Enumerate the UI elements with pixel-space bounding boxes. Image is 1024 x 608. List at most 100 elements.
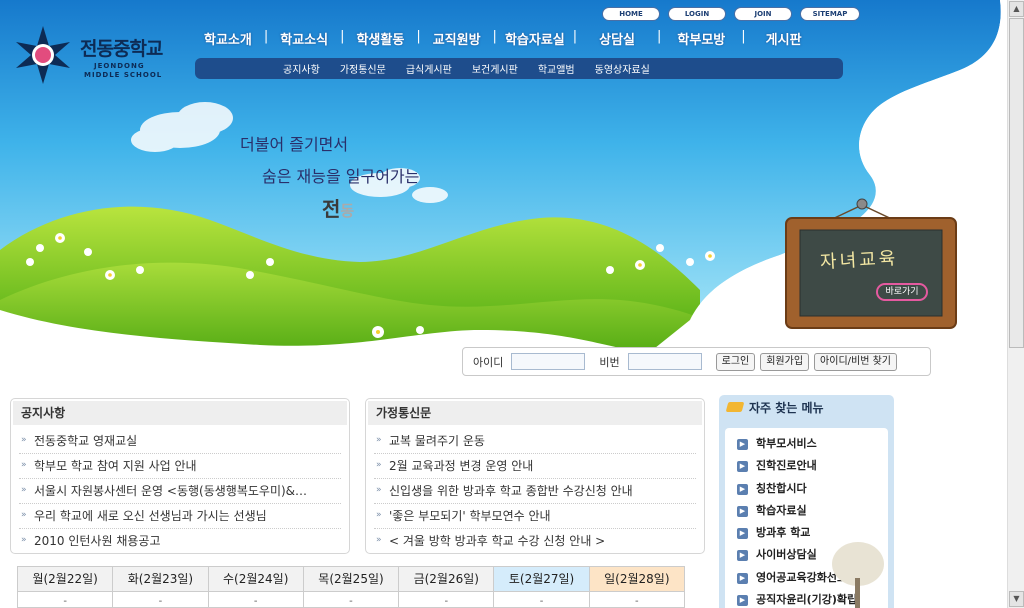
quick-item-label: 방과후 학교 xyxy=(756,526,811,540)
list-item[interactable]: 교복 물려주기 운동 xyxy=(374,429,696,454)
quick-item-label: 칭찬합시다 xyxy=(756,481,807,495)
list-item[interactable]: 2월 교육과정 변경 운영 안내 xyxy=(374,454,696,479)
calendar-day-label: 토(2월27일) xyxy=(494,567,589,592)
school-logo[interactable]: 전동중학교 JEONDONG MIDDLE SCHOOL xyxy=(12,24,182,88)
nav-board[interactable]: 게시판 xyxy=(750,29,818,48)
scrollbar-thumb[interactable] xyxy=(1009,18,1024,348)
id-label: 아이디 xyxy=(473,355,504,369)
calendar-day-label: 월(2월22일) xyxy=(18,567,113,592)
school-emblem-icon xyxy=(16,26,70,84)
list-item[interactable]: 서울시 자원봉사센터 운영 <동행(동생행복도우미)&… xyxy=(19,479,341,504)
page: 자녀교육 바로가기 전동중학교 JEONDONG MIDDLE SCHOOL H… xyxy=(0,0,1024,608)
subnav-notice[interactable]: 공지사항 xyxy=(283,61,320,76)
arrow-right-icon: ▶ xyxy=(737,461,748,473)
school-name-english-line2: MIDDLE SCHOOL xyxy=(84,71,163,79)
quick-item-learning-materials[interactable]: ▶ 학습자료실 xyxy=(737,500,888,522)
list-item[interactable]: 우리 학교에 새로 오신 선생님과 가시는 선생님 xyxy=(19,504,341,529)
calendar-day-fri[interactable]: 금(2월26일) - xyxy=(399,567,495,607)
notice-list: 전동중학교 영재교실 학부모 학교 참여 지원 사업 안내 서울시 자원봉사센터… xyxy=(11,429,349,554)
slogan-line2: 숨은 재능을 일구어가는 xyxy=(262,167,420,186)
nav-divider: | xyxy=(416,29,421,44)
school-name: 전동중학교 xyxy=(80,38,163,60)
weekly-calendar: 월(2월22일) - 화(2월23일) - 수(2월24일) - 목(2월25일) - … xyxy=(17,566,685,608)
calendar-day-tue[interactable]: 화(2월23일) - xyxy=(113,567,209,607)
utility-links: HOME LOGIN JOIN SITEMAP xyxy=(602,7,860,21)
list-item[interactable]: 학부모 학교 참여 지원 사업 안내 xyxy=(19,454,341,479)
list-item[interactable]: 전동중학교 영재교실 xyxy=(19,429,341,454)
join-button[interactable]: 회원가입 xyxy=(760,352,810,371)
nav-learning-materials[interactable]: 학습자료실 xyxy=(501,29,569,48)
nav-staff-room[interactable]: 교직원방 xyxy=(425,29,489,48)
join-link[interactable]: JOIN xyxy=(734,7,792,21)
quick-item-parent-service[interactable]: ▶ 학부모서비스 xyxy=(737,433,888,455)
vertical-scrollbar[interactable]: ▲ ▼ xyxy=(1007,0,1024,608)
calendar-day-sat[interactable]: 토(2월27일) - xyxy=(494,567,590,607)
calendar-cell: - xyxy=(539,596,544,607)
home-letters-title[interactable]: 가정통신문 xyxy=(368,401,702,425)
sub-navigation: 공지사항 가정통신문 급식게시판 보건게시판 학교앨범 동영상자료실 xyxy=(195,58,843,79)
notice-board-title[interactable]: 공지사항 xyxy=(13,401,347,425)
nav-divider: | xyxy=(741,29,746,44)
calendar-cell: - xyxy=(635,596,639,607)
sitemap-link[interactable]: SITEMAP xyxy=(800,7,860,21)
calendar-day-sun[interactable]: 일(2월28일) - xyxy=(589,567,684,607)
arrow-right-icon: ▶ xyxy=(737,572,748,584)
school-name-english: JEONDONG MIDDLE SCHOOL xyxy=(84,62,162,80)
slogan-line3: 전동 xyxy=(322,193,419,222)
id-input[interactable] xyxy=(511,353,586,370)
calendar-cell: - xyxy=(349,596,353,607)
quick-menu-box: ▶ 학부모서비스 ▶ 진학진로안내 ▶ 칭찬합시다 ▶ 학습자료실 ▶ 방과후 학교 ▶ 사… xyxy=(725,428,888,608)
calendar-day-label: 수(2월24일) xyxy=(208,567,303,592)
arrow-right-icon: ▶ xyxy=(737,439,748,450)
login-link[interactable]: LOGIN xyxy=(668,7,726,21)
list-item[interactable]: < 겨울 방학 방과후 학교 수강 신청 안내 > xyxy=(374,529,696,554)
nav-divider: | xyxy=(492,29,497,44)
chalkboard-go-button[interactable]: 바로가기 xyxy=(876,283,928,301)
home-link[interactable]: HOME xyxy=(602,7,660,21)
slogan-line1: 더불어 즐기면서 xyxy=(240,135,349,154)
nav-parents[interactable]: 학부모방 xyxy=(665,29,737,48)
calendar-cell: - xyxy=(63,596,67,607)
slogan-char-dong: 동 xyxy=(340,202,355,220)
list-item[interactable]: 신입생을 위한 방과후 학교 종합반 수강신청 안내 xyxy=(374,479,696,504)
hero-slogan: 더불어 즐기면서 숨은 재능을 일구어가는 전동 xyxy=(240,131,419,222)
calendar-day-label: 화(2월23일) xyxy=(113,567,208,592)
subnav-meal-board[interactable]: 급식게시판 xyxy=(406,61,452,76)
subnav-school-album[interactable]: 학교앨범 xyxy=(538,61,575,76)
nav-divider: | xyxy=(657,29,662,44)
arrow-right-icon: ▶ xyxy=(737,595,748,607)
subnav-health-board[interactable]: 보건게시판 xyxy=(472,61,518,76)
find-account-button[interactable]: 아이디/비번 찾기 xyxy=(814,352,897,371)
nav-school-intro[interactable]: 학교소개 xyxy=(196,29,260,48)
nav-counseling[interactable]: 상담실 xyxy=(581,29,653,48)
calendar-day-thu[interactable]: 목(2월25일) - xyxy=(303,567,400,607)
book-icon xyxy=(725,402,745,412)
arrow-right-icon: ▶ xyxy=(737,505,748,517)
list-item[interactable]: '좋은 부모되기' 학부모연수 안내 xyxy=(374,504,696,529)
arrow-right-icon: ▶ xyxy=(737,528,748,540)
nav-divider: | xyxy=(263,29,269,44)
password-label: 비번 xyxy=(599,355,620,369)
subnav-home-letters[interactable]: 가정통신문 xyxy=(340,61,386,76)
slogan-char-jeon: 전 xyxy=(322,197,341,221)
nav-school-news[interactable]: 학교소식 xyxy=(272,29,336,48)
scroll-up-icon[interactable]: ▲ xyxy=(1009,1,1024,17)
quick-item-praise[interactable]: ▶ 칭찬합시다 xyxy=(737,478,888,500)
school-name-english-line1: JEONDONG xyxy=(94,62,145,70)
quick-item-label: 학습자료실 xyxy=(756,503,807,517)
quick-menu: 자주 찾는 메뉴 ▶ 학부모서비스 ▶ 진학진로안내 ▶ 칭찬합시다 ▶ 학습자료실 ▶… xyxy=(719,395,894,608)
calendar-day-label: 목(2월25일) xyxy=(303,567,399,592)
calendar-day-mon[interactable]: 월(2월22일) - xyxy=(18,567,114,607)
nav-student-activities[interactable]: 학생활동 xyxy=(348,29,412,48)
password-input[interactable] xyxy=(627,353,702,370)
quick-item-label: 진학진로안내 xyxy=(756,459,817,473)
login-button[interactable]: 로그인 xyxy=(715,352,756,371)
quick-item-career-guide[interactable]: ▶ 진학진로안내 xyxy=(737,455,888,477)
scroll-down-icon[interactable]: ▼ xyxy=(1009,591,1024,607)
list-item[interactable]: 2010 인턴사원 채용공고 xyxy=(19,529,341,554)
calendar-day-wed[interactable]: 수(2월24일) - xyxy=(208,567,304,607)
quick-item-label: 사이버상담실 xyxy=(756,548,817,562)
calendar-day-label: 금(2월26일) xyxy=(399,567,494,592)
calendar-cell: - xyxy=(253,596,258,607)
subnav-video-archive[interactable]: 동영상자료실 xyxy=(595,61,650,76)
